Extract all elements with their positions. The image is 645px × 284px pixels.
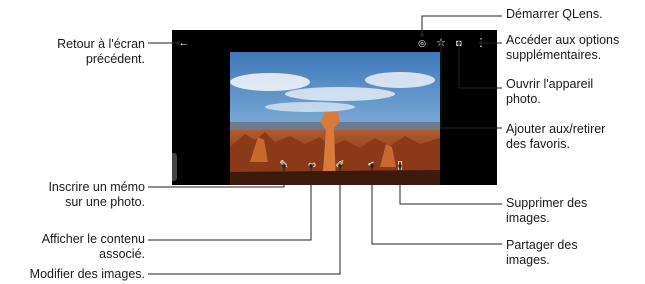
memo-callout: Inscrire un mémo sur une photo.: [48, 180, 145, 209]
star-icon[interactable]: ☆: [435, 37, 447, 49]
qlens-callout: Démarrer QLens.: [506, 7, 603, 21]
back-callout: Retour à l'écran précédent.: [57, 37, 145, 66]
gallery-screen: ← ◎ ☆ ◙ ⋮ ✎ ∞ ✐ < ▯: [172, 30, 497, 185]
more-options-icon[interactable]: ⋮: [475, 37, 487, 49]
pencil-icon[interactable]: ✐: [334, 159, 346, 171]
share-callout: Partager des images.: [506, 238, 578, 267]
delete-callout: Supprimer des images.: [506, 196, 588, 225]
share-icon[interactable]: <: [365, 159, 377, 171]
camera-callout: Ouvrir l'appareil photo.: [506, 77, 594, 106]
more-options-callout: Accéder aux options supplémentaires.: [506, 33, 620, 62]
related-content-icon[interactable]: ∞: [306, 159, 318, 171]
side-handle[interactable]: [172, 153, 177, 181]
edit-callout: Modifier des images.: [29, 267, 145, 281]
related-callout: Afficher le contenu associé.: [41, 232, 145, 261]
trash-icon[interactable]: ▯: [394, 159, 406, 171]
memo-icon[interactable]: ✎: [278, 159, 290, 171]
favorite-callout: Ajouter aux/retirer des favoris.: [506, 122, 606, 151]
back-arrow-icon[interactable]: ←: [178, 37, 190, 49]
camera-icon[interactable]: ◙: [453, 37, 465, 49]
qlens-icon[interactable]: ◎: [416, 37, 428, 49]
